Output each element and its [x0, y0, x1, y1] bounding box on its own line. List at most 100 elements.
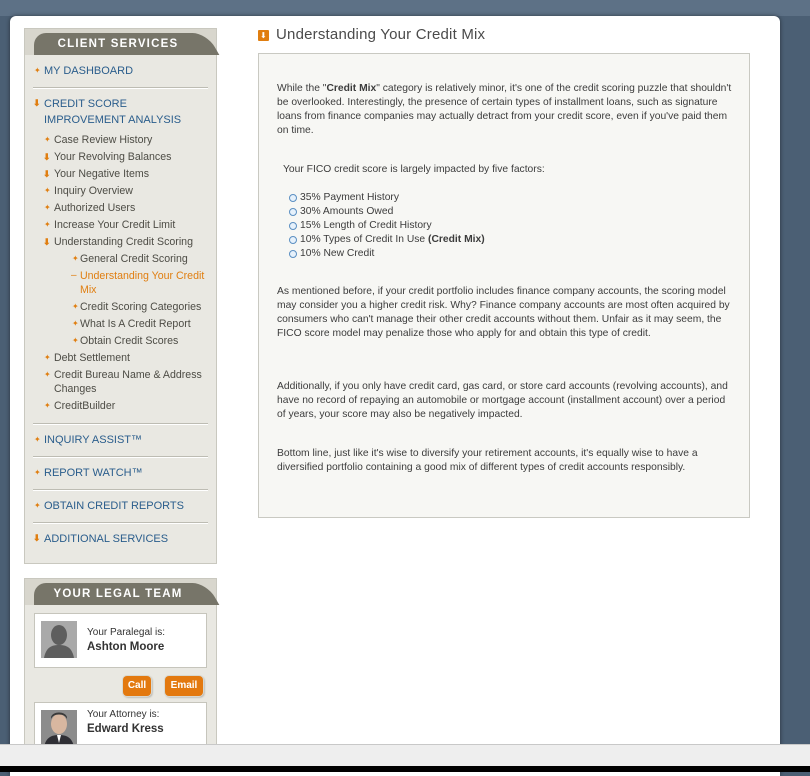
factor-item: 10% New Credit	[289, 247, 485, 261]
browser-status-bar	[0, 744, 810, 767]
orange-dash-icon: –	[71, 270, 77, 281]
page-title-text: Understanding Your Credit Mix	[276, 26, 486, 43]
nav-credit-score-improvement: ⬇ CREDIT SCORE IMPROVEMENT ANALYSIS ✦ Cas…	[33, 88, 208, 424]
paralegal-avatar	[41, 621, 77, 658]
nav-obtain-credit-reports: ✦ OBTAIN CREDIT REPORTS	[33, 490, 208, 523]
orange-down-arrow-icon: ⬇	[33, 98, 41, 108]
browser-top-band	[0, 0, 810, 16]
sub-item-creditbuilder: ✦ CreditBuilder	[33, 398, 208, 415]
intro-pre: While the "	[277, 83, 327, 94]
nav-report-watch: ✦ REPORT WATCH™	[33, 457, 208, 490]
paragraph-finance-accounts: As mentioned before, if your credit port…	[277, 286, 730, 339]
my-dashboard-label: MY DASHBOARD	[44, 65, 134, 77]
attorney-label: Your Attorney is:	[87, 709, 160, 720]
factors-intro: Your FICO credit score is largely impact…	[283, 164, 545, 175]
attorney-avatar	[41, 710, 77, 747]
understanding-credit-scoring-link[interactable]: Understanding Credit Scoring	[54, 234, 208, 251]
sub-item-inquiry: ✦ Inquiry Overview	[33, 183, 208, 200]
paragraph-revolving-only: Additionally, if you only have credit ca…	[277, 381, 728, 420]
client-services-header: CLIENT SERVICES	[25, 29, 216, 55]
report-watch-link[interactable]: ✦ REPORT WATCH™	[33, 465, 208, 481]
content-box: While the "Credit Mix" category is relat…	[258, 53, 750, 518]
circle-bullet-icon	[289, 236, 297, 244]
additional-services-label: ADDITIONAL SERVICES	[44, 533, 169, 545]
legal-team-panel: YOUR LEGAL TEAM Your Paralegal is: Ashto…	[24, 578, 217, 760]
obtain-credit-scores-link[interactable]: Obtain Credit Scores	[80, 333, 208, 350]
orange-plus-icon: ✦	[44, 370, 51, 379]
scoring-item-general: ✦ General Credit Scoring	[54, 251, 208, 268]
orange-plus-icon: ✦	[34, 66, 41, 75]
circle-bullet-icon	[289, 208, 297, 216]
sub-item-case-review: ✦ Case Review History	[33, 132, 208, 149]
email-button[interactable]: Email	[165, 676, 203, 696]
orange-plus-icon: ✦	[34, 435, 41, 444]
credit-score-improvement-link[interactable]: ⬇ CREDIT SCORE IMPROVEMENT ANALYSIS	[33, 96, 208, 128]
orange-plus-icon: ✦	[44, 353, 51, 362]
authorized-users-link[interactable]: Authorized Users	[54, 200, 208, 217]
attorney-name: Edward Kress	[87, 723, 164, 735]
negative-items-link[interactable]: Your Negative Items	[54, 166, 208, 183]
factor-credit-mix-bold: (Credit Mix)	[428, 234, 485, 245]
factor-item: 10% Types of Credit In Use (Credit Mix)	[289, 233, 485, 247]
case-review-history-link[interactable]: Case Review History	[54, 132, 208, 149]
orange-plus-icon: ✦	[44, 135, 51, 144]
nav-my-dashboard: ✦ MY DASHBOARD	[33, 55, 208, 88]
sub-item-negative: ⬇ Your Negative Items	[33, 166, 208, 183]
scoring-item-credit-mix: – Understanding Your Credit Mix	[54, 268, 208, 299]
nav-inquiry-assist: ✦ INQUIRY ASSIST™	[33, 424, 208, 457]
sub-item-understanding-scoring: ⬇ Understanding Credit Scoring ✦ General C…	[33, 234, 208, 350]
call-button[interactable]: Call	[123, 676, 151, 696]
sub-item-debt-settlement: ✦ Debt Settlement	[33, 350, 208, 367]
scoring-item-report: ✦ What Is A Credit Report	[54, 316, 208, 333]
orange-down-arrow-icon: ⬇	[43, 152, 51, 162]
paralegal-label: Your Paralegal is:	[87, 627, 166, 638]
bureau-name-address-link[interactable]: Credit Bureau Name & Address Changes	[54, 367, 208, 398]
orange-down-arrow-icon: ⬇	[43, 237, 51, 247]
scoring-item-categories: ✦ Credit Scoring Categories	[54, 299, 208, 316]
paralegal-card: Your Paralegal is: Ashton Moore	[34, 613, 207, 668]
intro-bold: Credit Mix	[326, 83, 377, 94]
inquiry-overview-link[interactable]: Inquiry Overview	[54, 183, 208, 200]
report-watch-label: REPORT WATCH™	[44, 467, 143, 479]
orange-plus-icon: ✦	[72, 302, 79, 311]
revolving-balances-link[interactable]: Your Revolving Balances	[54, 149, 208, 166]
factor-item: 35% Payment History	[289, 191, 485, 205]
factor-text: 10% Types of Credit In Use	[300, 234, 426, 245]
factor-item: 15% Length of Credit History	[289, 219, 485, 233]
obtain-credit-reports-link[interactable]: ✦ OBTAIN CREDIT REPORTS	[33, 498, 208, 514]
nav-additional-services: ⬇ ADDITIONAL SERVICES	[33, 523, 208, 555]
factor-text: 10% New Credit	[300, 248, 375, 259]
general-credit-scoring-link[interactable]: General Credit Scoring	[80, 251, 208, 268]
creditbuilder-link[interactable]: CreditBuilder	[54, 398, 208, 415]
what-is-credit-report-link[interactable]: What Is A Credit Report	[80, 316, 208, 333]
understanding-credit-mix-link[interactable]: Understanding Your Credit Mix	[80, 268, 208, 299]
orange-plus-icon: ✦	[72, 319, 79, 328]
circle-bullet-icon	[289, 194, 297, 202]
factor-text: 15% Length of Credit History	[300, 220, 432, 231]
inquiry-assist-link[interactable]: ✦ INQUIRY ASSIST™	[33, 432, 208, 448]
orange-down-arrow-icon: ⬇	[258, 30, 269, 41]
debt-settlement-link[interactable]: Debt Settlement	[54, 350, 208, 367]
client-services-menu: ✦ MY DASHBOARD ⬇ CREDIT SCORE IMPROVEMEN…	[25, 55, 216, 555]
improvement-submenu: ✦ Case Review History ⬇ Your Revolving Bal…	[33, 132, 208, 415]
legal-team-header: YOUR LEGAL TEAM	[25, 579, 216, 605]
contact-buttons: Call Email	[25, 668, 216, 702]
orange-plus-icon: ✦	[44, 203, 51, 212]
credit-score-improvement-label: CREDIT SCORE IMPROVEMENT ANALYSIS	[44, 98, 182, 126]
circle-bullet-icon	[289, 222, 297, 230]
additional-services-link[interactable]: ⬇ ADDITIONAL SERVICES	[33, 531, 208, 547]
client-services-title: CLIENT SERVICES	[34, 33, 202, 55]
intro-paragraph: While the "Credit Mix" category is relat…	[277, 82, 733, 138]
orange-plus-icon: ✦	[34, 468, 41, 477]
credit-scoring-categories-link[interactable]: Credit Scoring Categories	[80, 299, 208, 316]
sub-item-limit: ✦ Increase Your Credit Limit	[33, 217, 208, 234]
increase-credit-limit-link[interactable]: Increase Your Credit Limit	[54, 217, 208, 234]
legal-team-title: YOUR LEGAL TEAM	[34, 583, 202, 605]
factors-list: 35% Payment History 30% Amounts Owed 15%…	[289, 191, 485, 261]
sub-item-authorized: ✦ Authorized Users	[33, 200, 208, 217]
orange-plus-icon: ✦	[72, 336, 79, 345]
my-dashboard-link[interactable]: ✦ MY DASHBOARD	[33, 63, 208, 79]
factor-text: 35% Payment History	[300, 192, 400, 203]
paragraph-bottom-line: Bottom line, just like it's wise to dive…	[277, 448, 698, 473]
orange-down-arrow-icon: ⬇	[33, 533, 41, 543]
